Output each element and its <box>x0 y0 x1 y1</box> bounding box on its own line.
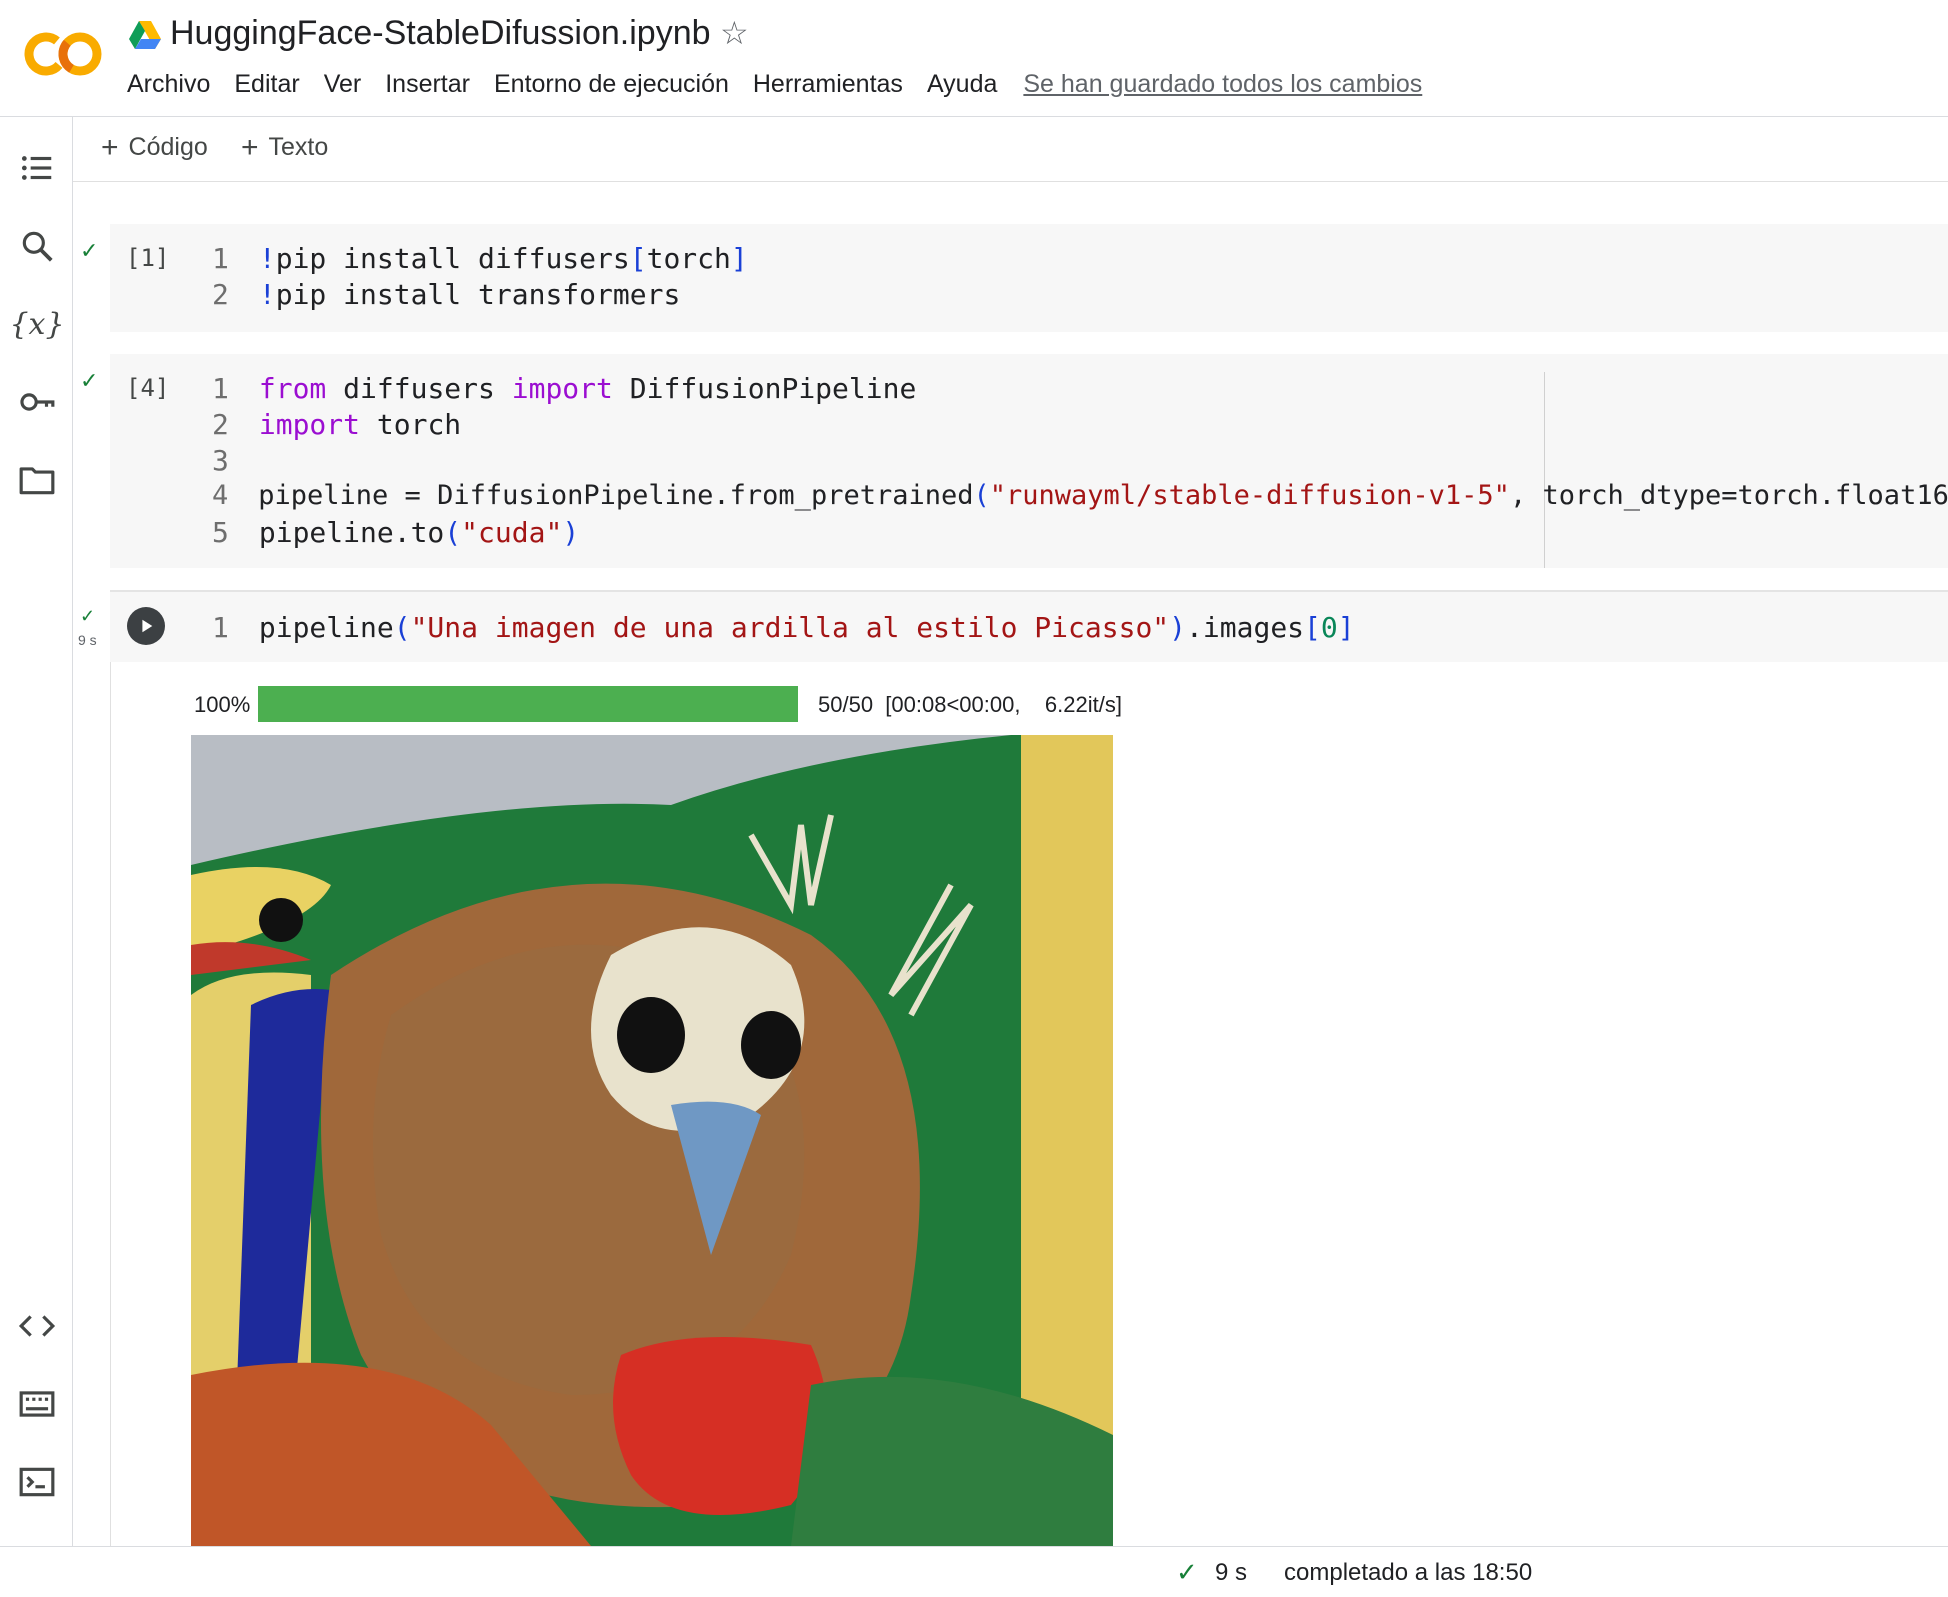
plus-icon: + <box>101 131 119 164</box>
progress-status: 50/50 [00:08<00:00, 6.22it/s] <box>818 692 1122 717</box>
status-time: 9 s <box>1215 1559 1248 1586</box>
menu-insertar[interactable]: Insertar <box>385 70 470 99</box>
progress-percent: 100% <box>194 692 251 717</box>
add-code-label: Código <box>128 133 208 161</box>
code-line[interactable]: 1 pipeline("Una imagen de una ardilla al… <box>212 611 1355 644</box>
add-text-button[interactable]: + Texto <box>241 131 328 165</box>
line-number: 3 <box>212 444 229 477</box>
add-text-label: Texto <box>268 133 329 161</box>
notebook-title[interactable]: HuggingFace-StableDifussion.ipynb <box>170 14 711 53</box>
menu-entorno-de-ejecucion[interactable]: Entorno de ejecución <box>494 70 729 99</box>
line-number: 2 <box>212 408 229 441</box>
line-number: 5 <box>212 516 229 549</box>
execution-count: [4] <box>126 374 170 402</box>
menu-ver[interactable]: Ver <box>324 70 362 99</box>
save-status-link[interactable]: Se han guardado todos los cambios <box>1023 70 1422 99</box>
status-bar: ✓ 9 s completado a las 18:50 <box>0 1546 1948 1597</box>
notebook-toolbar: + Código + Texto <box>73 117 1948 182</box>
variables-icon[interactable]: {x} <box>9 303 64 345</box>
menu-bar: Archivo Editar Ver Insertar Entorno de e… <box>127 70 1422 99</box>
success-check-icon: ✓ <box>80 238 99 263</box>
code-line[interactable]: 4 pipeline = DiffusionPipeline.from_pret… <box>212 480 1948 511</box>
line-number: 4 <box>212 480 229 511</box>
progress-bar <box>258 686 798 722</box>
code-line[interactable]: 5 pipeline.to("cuda") <box>212 516 579 549</box>
left-sidebar: {x} <box>0 117 73 1596</box>
code-line[interactable]: 1 !pip install diffusers[torch] <box>212 242 748 275</box>
menu-ayuda[interactable]: Ayuda <box>927 70 997 99</box>
generated-image <box>191 735 1113 1546</box>
code-line[interactable]: 1 from diffusers import DiffusionPipelin… <box>212 372 916 405</box>
google-drive-icon[interactable] <box>128 20 162 50</box>
success-check-icon: ✓ <box>1176 1557 1198 1587</box>
status-text: completado a las 18:50 <box>1284 1559 1533 1586</box>
code-line[interactable]: 2 !pip install transformers <box>212 278 680 311</box>
terminal-icon[interactable] <box>16 1461 58 1503</box>
execution-time: 9 s <box>78 632 97 648</box>
menu-archivo[interactable]: Archivo <box>127 70 210 99</box>
table-of-contents-icon[interactable] <box>16 147 58 189</box>
line-number: 1 <box>212 372 229 405</box>
star-icon[interactable]: ☆ <box>720 14 749 52</box>
execution-count: [1] <box>126 244 170 272</box>
play-icon <box>142 619 153 633</box>
line-number: 1 <box>212 242 229 275</box>
secrets-key-icon[interactable] <box>16 381 58 423</box>
menu-editar[interactable]: Editar <box>234 70 299 99</box>
colab-logo[interactable] <box>24 28 104 80</box>
line-number: 2 <box>212 278 229 311</box>
add-code-button[interactable]: + Código <box>101 131 208 165</box>
ruler-line <box>1544 372 1545 568</box>
code-line[interactable]: 3 <box>212 444 242 477</box>
progress-bar-fill <box>258 686 798 722</box>
menu-herramientas[interactable]: Herramientas <box>753 70 903 99</box>
plus-icon: + <box>241 131 259 164</box>
search-icon[interactable] <box>16 225 58 267</box>
success-check-icon: ✓ <box>80 606 96 626</box>
code-line[interactable]: 2 import torch <box>212 408 461 441</box>
header: HuggingFace-StableDifussion.ipynb ☆ Arch… <box>0 0 1948 117</box>
line-number: 1 <box>212 611 229 644</box>
files-folder-icon[interactable] <box>16 459 58 501</box>
code-snippets-icon[interactable] <box>16 1305 58 1347</box>
run-cell-button[interactable] <box>127 607 165 645</box>
success-check-icon: ✓ <box>80 368 99 393</box>
command-palette-icon[interactable] <box>16 1383 58 1425</box>
